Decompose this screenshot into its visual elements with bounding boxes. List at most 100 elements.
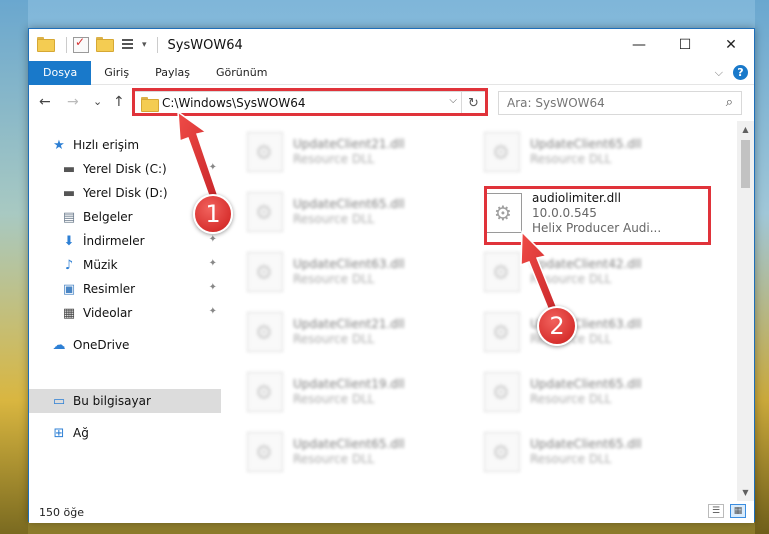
step-2-badge: 2: [537, 306, 577, 346]
quick-access-toolbar: ▾: [29, 29, 164, 61]
file-item[interactable]: UpdateClient42.dllResource DLL: [458, 243, 683, 301]
desktop-wallpaper-left: [0, 0, 28, 534]
file-description: Resource DLL: [293, 452, 375, 466]
file-description: Resource DLL: [530, 152, 612, 166]
dll-file-icon: [247, 432, 283, 472]
recent-locations-button[interactable]: ⌄: [93, 95, 102, 108]
music-icon: ♪: [64, 257, 74, 273]
pin-icon: ✦: [208, 162, 217, 173]
file-item[interactable]: UpdateClient65.dllResource DLL: [458, 123, 683, 181]
new-folder-icon[interactable]: [96, 37, 114, 53]
navigation-pane: ★ Hızlı erişim ▬ Yerel Disk (C:) ✦ ▬ Yer…: [29, 121, 221, 501]
toolbar-dropdown-icon[interactable]: ▾: [142, 40, 147, 50]
sidebar-item-disk-d[interactable]: ▬ Yerel Disk (D:) ✦: [29, 181, 221, 205]
sidebar-item-onedrive[interactable]: ☁ OneDrive: [29, 333, 221, 357]
documents-icon: ▤: [62, 209, 76, 225]
scroll-down-icon[interactable]: ▼: [737, 484, 754, 501]
dll-file-icon: [247, 132, 283, 172]
file-item[interactable]: UpdateClient19.dllResource DLL: [221, 363, 446, 421]
file-item[interactable]: UpdateClient65.dllResource DLL: [221, 183, 446, 241]
tiles-view-icon[interactable]: ▦: [730, 504, 746, 518]
scroll-up-icon[interactable]: ▲: [737, 121, 754, 138]
file-description: Resource DLL: [293, 212, 375, 226]
ribbon-right-controls: ⌵ ?: [715, 65, 748, 80]
file-item[interactable]: UpdateClient63.dllResource DLL: [221, 243, 446, 301]
customize-toolbar-icon[interactable]: [119, 37, 135, 53]
file-item[interactable]: UpdateClient65.dllResource DLL: [458, 363, 683, 421]
sidebar-item-label: OneDrive: [73, 338, 130, 352]
ribbon-expand-icon[interactable]: ⌵: [715, 66, 723, 80]
sidebar-item-quick-access[interactable]: ★ Hızlı erişim: [29, 133, 221, 157]
vertical-scrollbar[interactable]: ▲ ▼: [737, 121, 754, 501]
tab-home[interactable]: Giriş: [91, 61, 142, 85]
file-description: Resource DLL: [530, 452, 612, 466]
sidebar-item-label: Resimler: [83, 282, 136, 296]
sidebar-item-label: Yerel Disk (C:): [83, 162, 167, 176]
file-name: UpdateClient21.dll: [293, 137, 405, 151]
sidebar-item-label: Bu bilgisayar: [73, 394, 151, 408]
file-description: Resource DLL: [293, 272, 375, 286]
dll-file-icon: [247, 192, 283, 232]
file-description: Resource DLL: [293, 392, 375, 406]
file-name: UpdateClient65.dll: [530, 137, 642, 151]
dll-file-icon: [484, 372, 520, 412]
file-item[interactable]: UpdateClient21.dllResource DLL: [221, 303, 446, 361]
minimize-button[interactable]: —: [616, 29, 662, 61]
search-box[interactable]: ⌕: [498, 91, 742, 115]
close-button[interactable]: ✕: [708, 29, 754, 61]
maximize-button[interactable]: ☐: [662, 29, 708, 61]
up-button[interactable]: ↑: [113, 94, 125, 110]
sidebar-item-pictures[interactable]: ▣ Resimler ✦: [29, 277, 221, 301]
drive-icon: ▬: [62, 185, 76, 201]
sidebar-item-network[interactable]: ⊞ Ağ: [29, 421, 221, 445]
item-count: 150 öğe: [39, 505, 84, 519]
file-name: UpdateClient19.dll: [293, 377, 405, 391]
file-item[interactable]: UpdateClient65.dllResource DLL: [458, 423, 683, 481]
scrollbar-thumb[interactable]: [741, 140, 750, 188]
pin-icon: ✦: [208, 234, 217, 245]
file-name: UpdateClient65.dll: [530, 377, 642, 391]
dll-file-icon: [247, 372, 283, 412]
search-icon[interactable]: ⌕: [726, 95, 733, 110]
back-button[interactable]: ←: [39, 94, 51, 110]
tab-share[interactable]: Paylaş: [142, 61, 203, 85]
view-buttons: ☰ ▦: [702, 504, 746, 518]
file-description: Resource DLL: [530, 392, 612, 406]
window-title: SysWOW64: [167, 37, 243, 53]
tab-file[interactable]: Dosya: [29, 60, 92, 85]
properties-check-icon[interactable]: [73, 35, 89, 53]
forward-button[interactable]: →: [67, 94, 79, 110]
file-item[interactable]: UpdateClient21.dllResource DLL: [221, 123, 446, 181]
file-description: Resource DLL: [293, 332, 375, 346]
sidebar-item-videos[interactable]: ▦ Videolar ✦: [29, 301, 221, 325]
address-bar-highlight: [132, 88, 488, 116]
cloud-icon: ☁: [52, 337, 66, 353]
details-view-icon[interactable]: ☰: [708, 504, 724, 518]
dll-file-icon: [247, 312, 283, 352]
sidebar-item-label: Videolar: [83, 306, 133, 320]
sidebar-item-this-pc[interactable]: ▭ Bu bilgisayar: [29, 389, 221, 413]
sidebar-item-label: Belgeler: [83, 210, 133, 224]
toolbar-separator: [156, 37, 158, 53]
sidebar-item-music[interactable]: ♪ Müzik ✦: [29, 253, 221, 277]
sidebar-item-disk-c[interactable]: ▬ Yerel Disk (C:) ✦: [29, 157, 221, 181]
status-bar: 150 öğe ☰ ▦: [29, 501, 754, 523]
search-input[interactable]: [507, 96, 707, 110]
network-icon: ⊞: [53, 425, 65, 441]
dll-file-icon: [484, 432, 520, 472]
file-name: UpdateClient65.dll: [293, 437, 405, 451]
sidebar-item-documents[interactable]: ▤ Belgeler ✦: [29, 205, 221, 229]
pin-icon: ✦: [208, 258, 217, 269]
file-description: Resource DLL: [293, 152, 375, 166]
video-icon: ▦: [62, 305, 76, 321]
tab-view[interactable]: Görünüm: [203, 61, 280, 85]
pin-icon: ✦: [208, 306, 217, 317]
help-icon[interactable]: ?: [733, 65, 748, 80]
toolbar-separator: [66, 37, 67, 53]
drive-icon: ▬: [62, 161, 76, 177]
computer-icon: ▭: [52, 393, 66, 409]
file-name: UpdateClient65.dll: [293, 197, 405, 211]
file-item[interactable]: UpdateClient65.dllResource DLL: [221, 423, 446, 481]
sidebar-item-downloads[interactable]: ⬇ İndirmeler ✦: [29, 229, 221, 253]
file-name: UpdateClient42.dll: [530, 257, 642, 271]
